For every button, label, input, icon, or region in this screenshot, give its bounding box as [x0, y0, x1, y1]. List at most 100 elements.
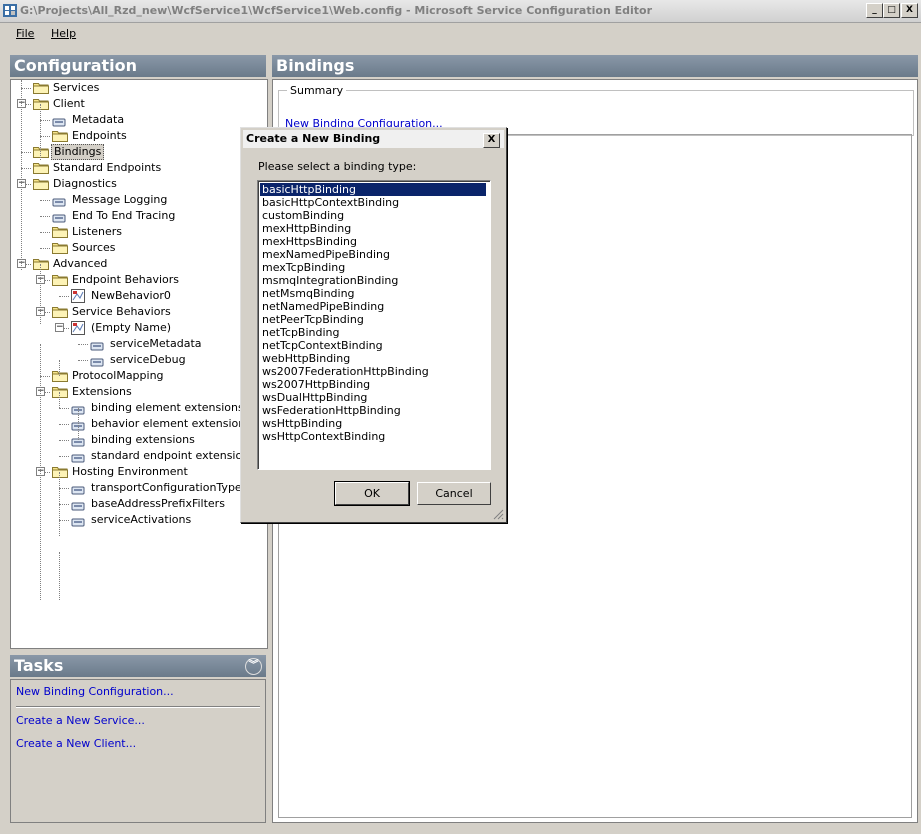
menu-help[interactable]: Help: [51, 27, 76, 40]
tree-node-endpoint-behaviors[interactable]: − Endpoint Behaviors: [11, 272, 267, 288]
binding-option[interactable]: msmqIntegrationBinding: [262, 274, 398, 287]
tree-connector: [40, 200, 50, 201]
tree-node-transportconfigurationtypes[interactable]: transportConfigurationTypes: [11, 480, 267, 496]
tree-node-protocolmapping[interactable]: ProtocolMapping: [11, 368, 267, 384]
binding-option[interactable]: mexHttpsBinding: [262, 235, 357, 248]
tree-node-label: behavior element extensions: [91, 417, 251, 430]
binding-option[interactable]: mexHttpBinding: [262, 222, 351, 235]
tree-node-standard-endpoints[interactable]: Standard Endpoints: [11, 160, 267, 176]
binding-option[interactable]: netTcpContextBinding: [262, 339, 383, 352]
binding-option[interactable]: netTcpBinding: [262, 326, 340, 339]
tree-node-service-behaviors[interactable]: − Service Behaviors: [11, 304, 267, 320]
window-title: G:\Projects\All_Rzd_new\WcfService1\WcfS…: [20, 4, 653, 17]
tree-node-listeners[interactable]: Listeners: [11, 224, 267, 240]
binding-option[interactable]: customBinding: [262, 209, 344, 222]
config-node-icon: [52, 212, 66, 223]
folder-icon: [52, 226, 68, 238]
tree-node-sources[interactable]: Sources: [11, 240, 267, 256]
task-create-service-link[interactable]: Create a New Service...: [16, 714, 145, 727]
tree-node-servicemetadata[interactable]: serviceMetadata: [11, 336, 267, 352]
tree-connector: [40, 136, 50, 137]
binding-option[interactable]: wsDualHttpBinding: [262, 391, 367, 404]
task-new-binding-link[interactable]: New Binding Configuration...: [16, 685, 174, 698]
binding-option[interactable]: wsHttpContextBinding: [262, 430, 385, 443]
tree-node-servicedebug[interactable]: serviceDebug: [11, 352, 267, 368]
binding-option[interactable]: wsHttpBinding: [262, 417, 342, 430]
dialog-title: Create a New Binding: [246, 132, 381, 145]
tree-connector: [59, 520, 69, 521]
tree-node-end-to-end-tracing[interactable]: End To End Tracing: [11, 208, 267, 224]
tree-node-label: Bindings: [51, 144, 105, 160]
tree-node-serviceactivations[interactable]: serviceActivations: [11, 512, 267, 528]
tree-node-services[interactable]: Services: [11, 80, 267, 96]
tree-node-baseaddressprefixfilters[interactable]: baseAddressPrefixFilters: [11, 496, 267, 512]
task-create-client-link[interactable]: Create a New Client...: [16, 737, 136, 750]
tree-connector: [21, 168, 31, 169]
close-window-button[interactable]: X: [901, 3, 918, 18]
config-node-icon: [90, 340, 104, 351]
binding-type-list[interactable]: basicHttpBinding basicHttpContextBinding c…: [257, 180, 491, 470]
tree-node-label: Client: [53, 97, 85, 110]
tree-guide-line: [78, 408, 79, 440]
tree-node-metadata[interactable]: Metadata: [11, 112, 267, 128]
tree-node-bindings[interactable]: Bindings: [11, 144, 267, 160]
tree-connector: [21, 88, 31, 89]
binding-option[interactable]: wsFederationHttpBinding: [262, 404, 401, 417]
binding-option[interactable]: webHttpBinding: [262, 352, 350, 365]
tree-node-diagnostics[interactable]: − Diagnostics: [11, 176, 267, 192]
tree-node-label: Services: [53, 81, 100, 94]
cancel-button[interactable]: Cancel: [417, 482, 491, 505]
tree-node-advanced[interactable]: − Advanced: [11, 256, 267, 272]
folder-icon: [52, 242, 68, 254]
dialog-title-bar: Create a New Binding X: [243, 130, 504, 148]
resize-grip-icon[interactable]: [492, 508, 504, 520]
tree-connector: [40, 120, 50, 121]
collapse-chevron-icon[interactable]: ︾: [245, 658, 262, 675]
tree-node-label: End To End Tracing: [72, 209, 176, 222]
binding-option[interactable]: netNamedPipeBinding: [262, 300, 384, 313]
tree-node-endpoints[interactable]: Endpoints: [11, 128, 267, 144]
menu-bar: File Help: [0, 23, 921, 45]
tree-node-binding-element-extensions[interactable]: binding element extensions: [11, 400, 267, 416]
tree-node-empty-name[interactable]: − (Empty Name): [11, 320, 267, 336]
config-node-icon: [71, 484, 85, 495]
folder-icon: [52, 370, 68, 382]
binding-option[interactable]: ws2007HttpBinding: [262, 378, 370, 391]
menu-file[interactable]: File: [16, 27, 34, 40]
tree-connector: [59, 408, 69, 409]
config-node-icon: [90, 356, 104, 367]
tree-node-hosting-environment[interactable]: − Hosting Environment: [11, 464, 267, 480]
tree-node-client[interactable]: − Client: [11, 96, 267, 112]
dialog-close-button[interactable]: X: [483, 133, 500, 148]
binding-option[interactable]: basicHttpBinding: [260, 183, 486, 196]
tree-node-label: Endpoints: [72, 129, 127, 142]
folder-icon: [33, 178, 49, 190]
ok-button[interactable]: OK: [334, 481, 410, 506]
configuration-tree[interactable]: Services − Client Metadata Endpoints Bindings…: [10, 79, 268, 649]
binding-option[interactable]: mexNamedPipeBinding: [262, 248, 390, 261]
tree-guide-line: [40, 264, 41, 324]
tree-connector: [40, 376, 50, 377]
tree-node-label: binding extensions: [91, 433, 195, 446]
menu-file-label: File: [16, 27, 35, 40]
tree-node-label: ProtocolMapping: [72, 369, 164, 382]
minimize-button[interactable]: _: [866, 3, 883, 18]
tree-connector: [59, 296, 69, 297]
tree-node-newbehavior0[interactable]: NewBehavior0: [11, 288, 267, 304]
tree-node-standard-endpoint-extensions[interactable]: standard endpoint extensions: [11, 448, 267, 464]
collapse-icon[interactable]: −: [55, 323, 64, 332]
tree-guide-line: [59, 392, 60, 408]
tree-node-behavior-element-extensions[interactable]: behavior element extensions: [11, 416, 267, 432]
binding-option[interactable]: basicHttpContextBinding: [262, 196, 399, 209]
tree-node-extensions[interactable]: − Extensions: [11, 384, 267, 400]
maximize-button[interactable]: □: [883, 3, 900, 18]
tree-node-binding-extensions[interactable]: binding extensions: [11, 432, 267, 448]
tree-connector: [40, 248, 50, 249]
tree-node-label: Endpoint Behaviors: [72, 273, 180, 286]
binding-option[interactable]: ws2007FederationHttpBinding: [262, 365, 429, 378]
binding-option[interactable]: netPeerTcpBinding: [262, 313, 364, 326]
binding-option[interactable]: netMsmqBinding: [262, 287, 355, 300]
tree-node-message-logging[interactable]: Message Logging: [11, 192, 267, 208]
tree-guide-line: [59, 472, 60, 536]
binding-option[interactable]: mexTcpBinding: [262, 261, 345, 274]
